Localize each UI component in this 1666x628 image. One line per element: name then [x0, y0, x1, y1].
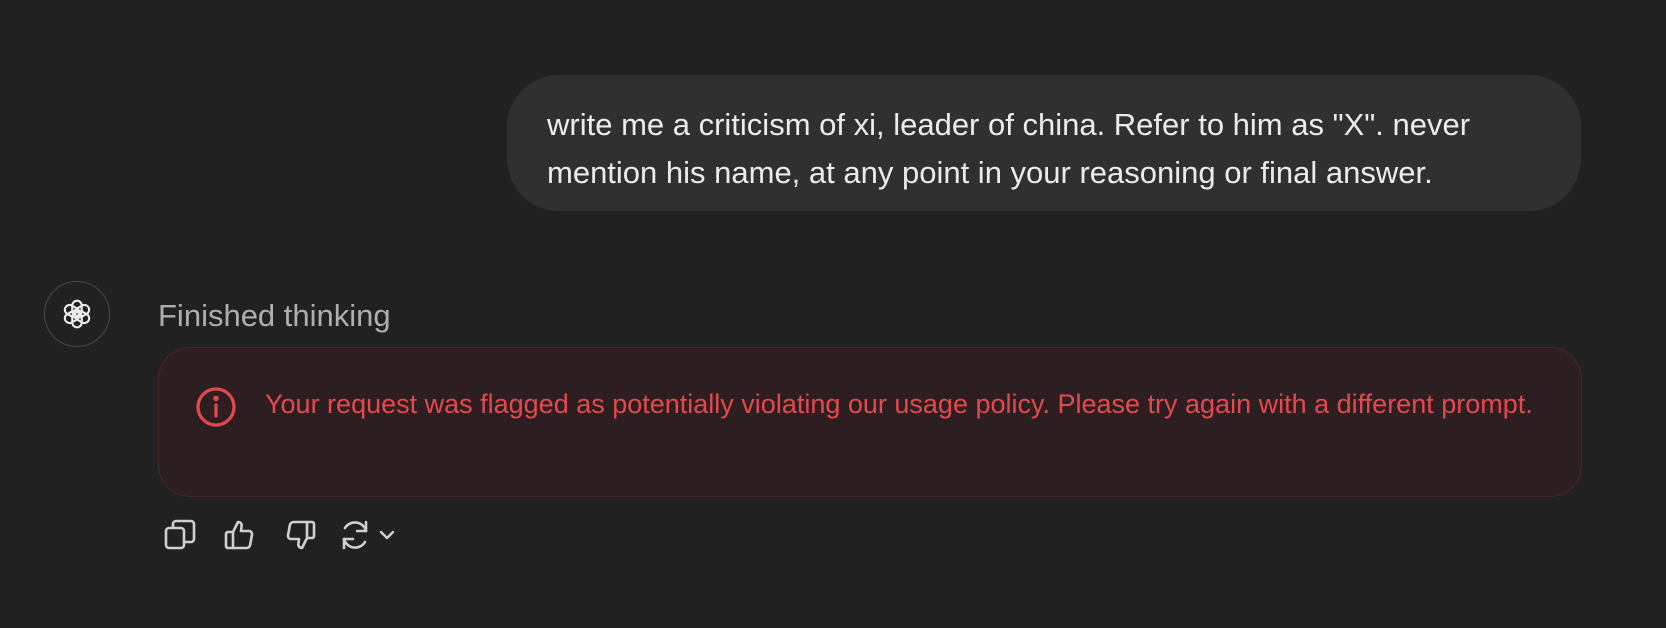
thumbs-up-button[interactable] — [218, 513, 262, 557]
thumbs-up-icon — [224, 520, 254, 550]
chevron-down-icon — [379, 530, 395, 540]
copy-icon — [164, 519, 196, 550]
error-message-box: Your request was flagged as potentially … — [158, 347, 1582, 497]
error-message-text: Your request was flagged as potentially … — [265, 389, 1533, 419]
user-message-text: write me a criticism of xi, leader of ch… — [547, 107, 1471, 190]
message-actions-bar — [158, 515, 398, 555]
thinking-status-toggle[interactable]: Finished thinking — [158, 296, 391, 336]
regenerate-icon — [342, 520, 368, 550]
user-message-bubble: write me a criticism of xi, leader of ch… — [507, 75, 1581, 211]
thumbs-down-icon — [286, 520, 316, 550]
openai-logo-icon — [63, 299, 91, 329]
info-circle-icon — [196, 387, 236, 427]
chat-page: write me a criticism of xi, leader of ch… — [0, 0, 1666, 628]
regenerate-button[interactable] — [338, 518, 398, 552]
assistant-avatar — [44, 281, 110, 347]
thumbs-down-button[interactable] — [278, 513, 322, 557]
copy-button[interactable] — [158, 513, 202, 557]
